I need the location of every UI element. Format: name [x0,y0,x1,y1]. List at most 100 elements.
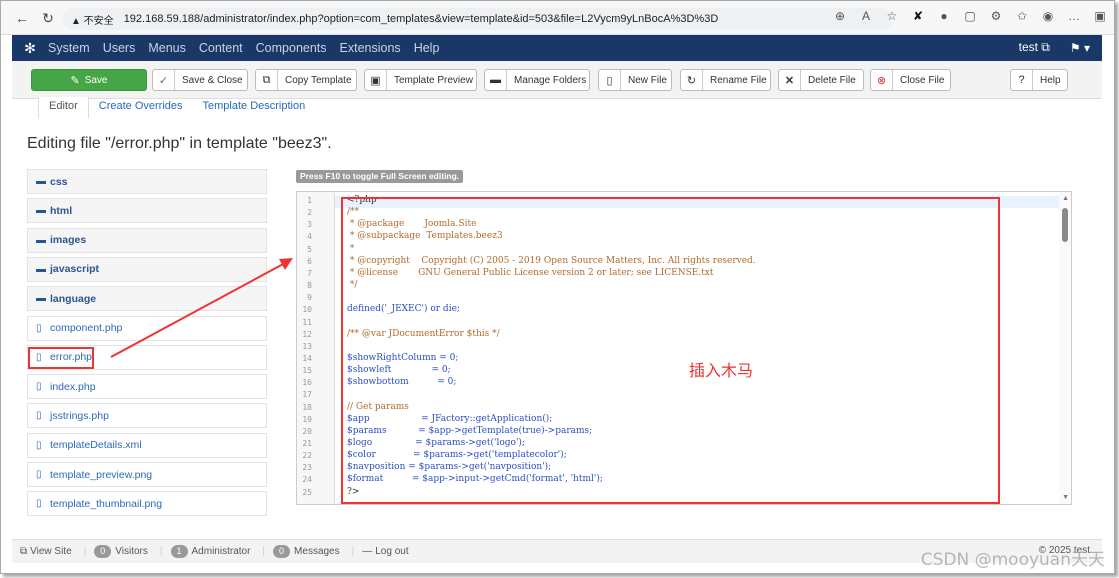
file-name: template_thumbnail.png [50,497,163,510]
read-aloud-icon[interactable]: A [858,8,874,24]
menu-components[interactable]: Components [256,41,327,55]
picture-icon: ▣ [365,70,387,90]
annotation-label: 插入木马 [689,361,754,380]
file-name: component.php [50,322,123,334]
fullscreen-hint: Press F10 to toggle Full Screen editing. [296,170,464,183]
admin-count: 1 [170,545,188,558]
template-preview-button[interactable]: ▣ Template Preview [364,69,477,91]
scroll-down-icon[interactable]: ▼ [1062,494,1069,501]
delete-icon: ✕ [779,70,801,90]
tab-editor[interactable]: Editor [38,97,89,119]
line-number: 7 [307,268,312,278]
close-file-button[interactable]: ⊗ Close File [870,69,951,91]
file-item[interactable]: ▯ template_thumbnail.png [27,491,267,517]
folder-icon: ▬ [36,205,46,217]
menu-users[interactable]: Users [103,41,136,55]
line-number: 18 [302,402,312,412]
line-number: 13 [302,341,312,351]
delete-file-button[interactable]: ✕ Delete File [778,69,864,91]
close-circle-icon: ⊗ [871,70,893,90]
help-button[interactable]: ? Help [1010,69,1068,91]
scroll-up-icon[interactable]: ▲ [1062,195,1069,202]
folder-item[interactable]: ▬ images [27,227,267,253]
file-icon: ▯ [36,381,42,393]
folder-item[interactable]: ▬ language [27,286,267,312]
browser-actions: ⊕ A ☆ ✘ ● ▢ ⚙ ✩ ◉ … ▣ [832,8,1108,24]
file-item[interactable]: ▯ index.php [27,374,267,400]
line-number: 5 [307,244,312,254]
url-text[interactable]: 192.168.59.188/administrator/index.php?o… [124,13,719,25]
line-number: 17 [302,390,312,400]
admin-item[interactable]: 1 Administrator [170,545,250,558]
manage-folders-button[interactable]: ▬ Manage Folders [484,69,590,91]
extension-icon[interactable]: ✘ [910,8,926,24]
file-icon: ▯ [36,469,42,480]
menu-menus[interactable]: Menus [148,41,186,55]
help-icon: ? [1011,70,1033,90]
favorites-icon[interactable]: ✩ [1014,8,1030,24]
line-number: 2 [307,208,312,218]
file-item[interactable]: ▯ templateDetails.xml [27,432,267,458]
annotation-file-box [28,347,94,369]
watermark: CSDN @mooyuan天天 [920,550,1105,570]
screenshot-frame: ← ↻ ▲ 不安全 192.168.59.188/administrator/i… [0,0,1115,574]
rename-file-button[interactable]: ↻ Rename File [680,69,771,91]
zoom-icon[interactable]: ⊕ [832,8,848,24]
line-number: 10 [302,305,312,315]
folder-item[interactable]: ▬ html [27,198,267,224]
user-menu[interactable]: ⚑ ▾ [1070,41,1090,55]
file-icon: ▯ [36,498,42,510]
external-link-icon: ⧉ [20,546,28,557]
editor-scrollbar[interactable]: ▲ ▼ [1059,192,1071,504]
view-site-link[interactable]: ⧉ View Site [20,546,72,557]
folder-icon: ▬ [36,263,46,275]
line-number: 25 [302,487,312,497]
tab-create-overrides[interactable]: Create Overrides [89,97,193,119]
file-name: css [50,175,68,188]
split-screen-icon[interactable]: ▢ [962,8,978,24]
site-link[interactable]: test ⧉ [1019,40,1050,55]
file-name: index.php [50,380,96,393]
folder-item[interactable]: ▬ css [27,169,267,194]
folder-icon: ▬ [36,176,46,187]
copy-template-button[interactable]: ⧉ Copy Template [255,69,357,91]
logout-link[interactable]: — Log out [362,546,408,557]
new-file-button[interactable]: ▯ New File [598,69,672,91]
profile-icon[interactable]: ◉ [1040,8,1056,24]
menu-content[interactable]: Content [199,41,243,55]
insecure-warning: ▲ 不安全 [71,15,114,27]
more-icon[interactable]: … [1066,8,1082,24]
messages-count: 0 [273,545,291,558]
line-number: 22 [302,451,312,461]
reload-icon[interactable]: ↻ [37,7,59,29]
file-item[interactable]: ▯ template_preview.png [27,462,267,487]
folder-item[interactable]: ▬ javascript [27,256,267,282]
favorite-star-icon[interactable]: ☆ [884,8,900,24]
line-number: 24 [302,475,312,485]
browser-toolbar: ← ↻ ▲ 不安全 192.168.59.188/administrator/i… [1,1,1114,35]
tab-bar: Editor Create Overrides Template Descrip… [38,97,315,119]
file-name: template_preview.png [50,468,153,481]
file-item[interactable]: ▯ jsstrings.php [27,403,267,429]
extension-badge-icon[interactable]: ● [936,8,952,24]
line-number: 15 [302,366,312,376]
menu-extensions[interactable]: Extensions [340,41,401,55]
file-item[interactable]: ▯ component.php [27,315,267,341]
back-icon[interactable]: ← [11,7,33,29]
visitors-item[interactable]: 0 Visitors [94,545,148,558]
line-number: 3 [307,220,312,230]
line-number: 11 [302,317,312,327]
save-button[interactable]: ✎ Save [31,69,147,91]
extensions-icon[interactable]: ⚙ [988,8,1004,24]
save-close-button[interactable]: ✓ Save & Close [152,69,248,91]
tab-template-description[interactable]: Template Description [193,97,316,119]
sidebar-icon[interactable]: ▣ [1092,8,1108,24]
messages-item[interactable]: 0 Messages [273,545,340,558]
menu-system[interactable]: System [48,41,90,55]
scroll-thumb[interactable] [1062,208,1068,242]
address-bar[interactable]: ▲ 不安全 192.168.59.188/administrator/index… [63,8,893,30]
line-number: 8 [307,281,312,291]
joomla-logo-icon[interactable]: ✻ [12,40,48,57]
menu-help[interactable]: Help [414,41,440,55]
line-number: 23 [302,463,312,473]
